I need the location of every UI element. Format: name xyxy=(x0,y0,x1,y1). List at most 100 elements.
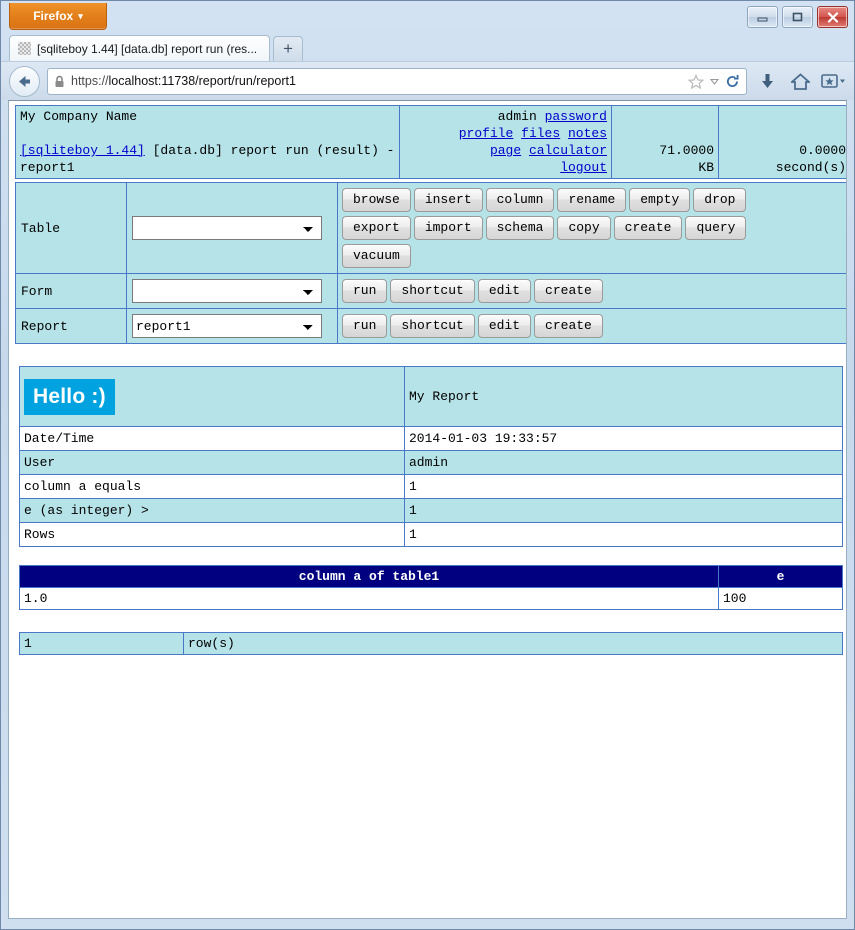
form-create-button[interactable]: create xyxy=(534,279,603,303)
bookmark-star-icon[interactable] xyxy=(688,73,704,89)
close-button[interactable] xyxy=(817,6,848,28)
table-vacuum-button[interactable]: vacuum xyxy=(342,244,411,268)
table-rename-button[interactable]: rename xyxy=(557,188,627,212)
table-export-button[interactable]: export xyxy=(342,216,411,240)
form-select-cell xyxy=(126,273,338,309)
minimize-button[interactable] xyxy=(747,6,778,28)
form-row-label: Form xyxy=(15,273,127,309)
report-info-key: Rows xyxy=(19,522,405,547)
profile-link[interactable]: profile xyxy=(459,126,514,141)
table-create-button[interactable]: create xyxy=(613,216,683,240)
result-cell: 100 xyxy=(718,587,843,610)
table-row-label: Table xyxy=(15,182,127,274)
table-browse-button[interactable]: browse xyxy=(342,188,411,212)
reload-icon[interactable] xyxy=(725,74,740,89)
calculator-link[interactable]: calculator xyxy=(529,143,607,158)
report-banner: Hello :) xyxy=(24,378,115,415)
header-elapsed-cell: 0.0000 second(s) xyxy=(718,105,846,179)
navigation-toolbar: https://localhost:11738/report/run/repor… xyxy=(1,61,854,100)
tab-sqliteboy-report[interactable]: [sqliteboy 1.44] [data.db] report run (r… xyxy=(9,35,271,61)
app-header-row: My Company Name [sqliteboy 1.44] [data.d… xyxy=(15,105,846,179)
report-info-value: 1 xyxy=(404,474,843,499)
files-link[interactable]: files xyxy=(521,126,560,141)
lock-icon xyxy=(54,75,65,88)
sqliteboy-link[interactable]: [sqliteboy 1.44] xyxy=(20,143,145,158)
report-select[interactable]: report1 xyxy=(132,314,322,338)
report-info-row: Rows 1 xyxy=(19,522,843,547)
back-button[interactable] xyxy=(9,65,40,97)
current-user: admin xyxy=(497,109,537,124)
bookmarks-menu-button[interactable] xyxy=(820,73,846,89)
browser-window: Firefox ▾ [sqliteboy 1.44] [data.db] repo… xyxy=(0,0,855,930)
report-title-row: Hello :) My Report xyxy=(19,366,843,427)
table-import-button[interactable]: import xyxy=(413,216,483,240)
table-controls-row: Table browse insert column rename empty drop … xyxy=(15,182,846,274)
form-shortcut-button[interactable]: shortcut xyxy=(390,279,475,303)
result-header-row: column a of table1 e xyxy=(19,565,843,588)
table-insert-button[interactable]: insert xyxy=(413,188,483,212)
dropmarker-icon[interactable] xyxy=(710,78,719,85)
tab-label: [sqliteboy 1.44] [data.db] report run (r… xyxy=(37,41,258,56)
report-title-cell: My Report xyxy=(404,366,843,427)
table-schema-button[interactable]: schema xyxy=(485,216,555,240)
table-copy-button[interactable]: copy xyxy=(557,216,611,240)
table-select-cell xyxy=(126,182,338,274)
tab-strip: [sqliteboy 1.44] [data.db] report run (r… xyxy=(1,33,854,61)
report-shortcut-button[interactable]: shortcut xyxy=(390,314,475,338)
title-bar: Firefox ▾ xyxy=(1,1,854,33)
db-size-unit: KB xyxy=(698,160,714,175)
new-tab-button[interactable]: + xyxy=(273,36,304,61)
report-info-value: 1 xyxy=(404,498,843,523)
form-run-button[interactable]: run xyxy=(342,279,388,303)
password-link[interactable]: password xyxy=(545,109,607,124)
url-path: localhost:11738/report/run/report1 xyxy=(108,74,296,88)
brand-line: [sqliteboy 1.44] [data.db] report run (r… xyxy=(20,142,395,176)
report-edit-button[interactable]: edit xyxy=(477,314,532,338)
form-controls-row: Form run shortcut edit create xyxy=(15,273,846,309)
company-name: My Company Name xyxy=(20,109,138,124)
result-row: 1.0 100 xyxy=(19,587,843,610)
elapsed-unit: second(s) xyxy=(775,160,846,175)
table-query-button[interactable]: query xyxy=(685,216,747,240)
result-cell: 1.0 xyxy=(19,587,719,610)
form-select[interactable] xyxy=(132,279,322,303)
url-text: https://localhost:11738/report/run/repor… xyxy=(71,74,682,88)
page-link[interactable]: page xyxy=(490,143,521,158)
chevron-down-icon: ▾ xyxy=(78,11,83,21)
form-buttons-cell: run shortcut edit create xyxy=(337,273,846,309)
report-controls-row: Report report1 run shortcut edit create xyxy=(15,308,846,344)
report-info-key: e (as integer) > xyxy=(19,498,405,523)
result-column-header: e xyxy=(718,565,843,588)
report-info-row: Date/Time 2014-01-03 19:33:57 xyxy=(19,426,843,451)
report-row-label: Report xyxy=(15,308,127,344)
row-count-row: 1 row(s) xyxy=(19,632,843,655)
report-info-table: Hello :) My Report Date/Time 2014-01-03 … xyxy=(19,366,843,547)
row-count-label: row(s) xyxy=(183,632,843,655)
report-buttons-cell: run shortcut edit create xyxy=(337,308,846,344)
object-controls-table: Table browse insert column rename empty drop … xyxy=(15,182,846,344)
report-run-button[interactable]: run xyxy=(342,314,388,338)
report-info-row: User admin xyxy=(19,450,843,475)
app-header-table: My Company Name [sqliteboy 1.44] [data.d… xyxy=(15,105,846,179)
table-column-button[interactable]: column xyxy=(485,188,555,212)
page-viewport: My Company Name [sqliteboy 1.44] [data.d… xyxy=(8,100,847,919)
home-button[interactable] xyxy=(787,72,813,90)
result-column-header: column a of table1 xyxy=(19,565,719,588)
logout-link[interactable]: logout xyxy=(560,160,607,175)
url-bar[interactable]: https://localhost:11738/report/run/repor… xyxy=(47,67,747,95)
table-select[interactable] xyxy=(132,216,322,240)
notes-link[interactable]: notes xyxy=(568,126,607,141)
firefox-menu-label: Firefox xyxy=(33,9,74,23)
report-info-key: User xyxy=(19,450,405,475)
report-info-key: column a equals xyxy=(19,474,405,499)
report-info-value: admin xyxy=(404,450,843,475)
favicon-icon xyxy=(18,42,31,55)
report-create-button[interactable]: create xyxy=(534,314,603,338)
maximize-button[interactable] xyxy=(782,6,813,28)
form-edit-button[interactable]: edit xyxy=(477,279,532,303)
table-drop-button[interactable]: drop xyxy=(693,188,747,212)
report-info-key: Date/Time xyxy=(19,426,405,451)
firefox-menu-button[interactable]: Firefox ▾ xyxy=(9,3,107,30)
table-empty-button[interactable]: empty xyxy=(629,188,691,212)
downloads-button[interactable] xyxy=(754,73,780,90)
